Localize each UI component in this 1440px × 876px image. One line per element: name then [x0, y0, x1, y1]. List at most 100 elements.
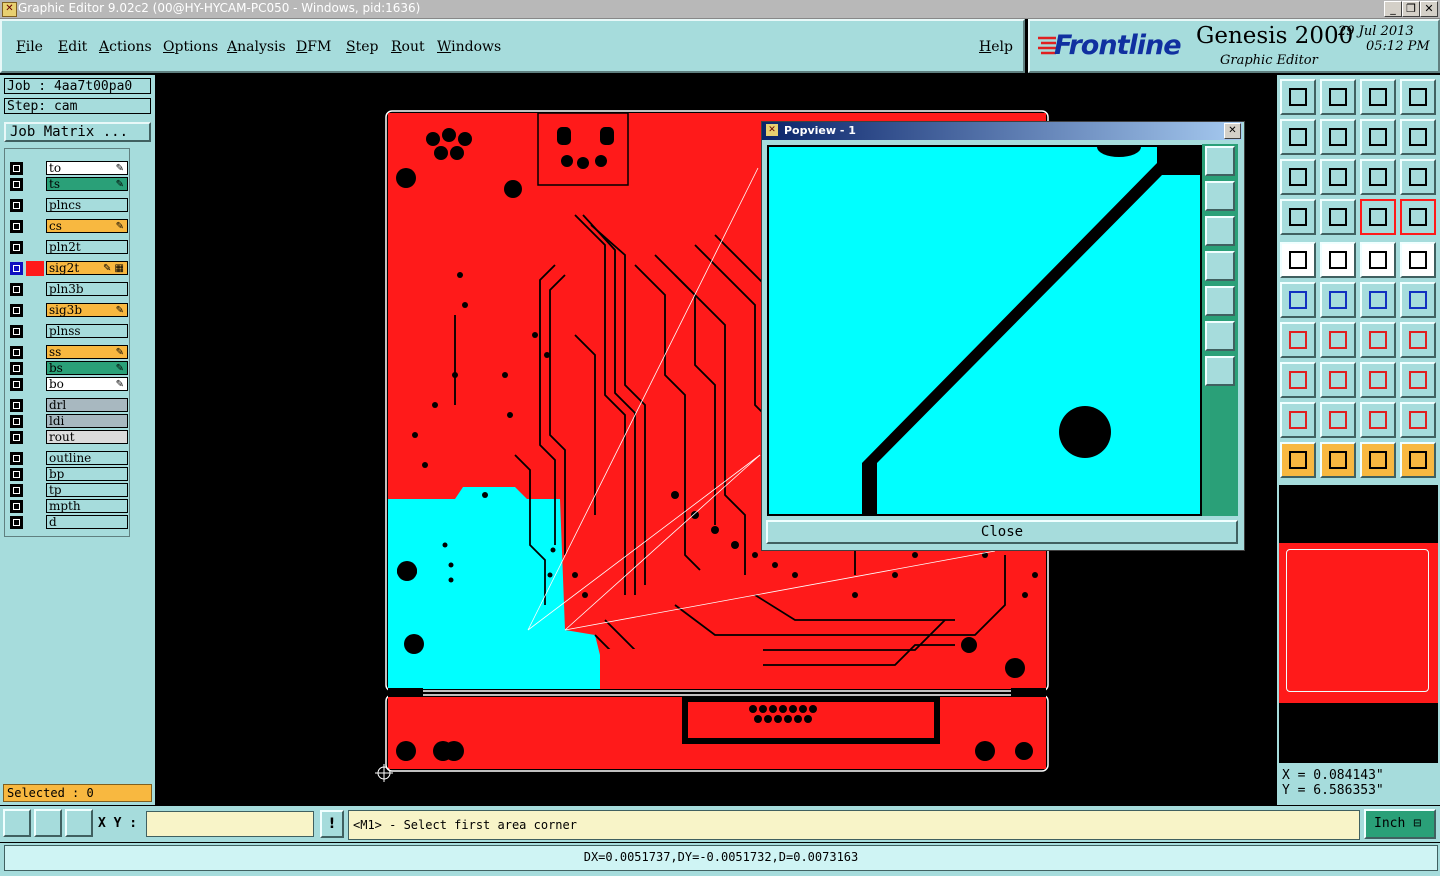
layer-row-plncs[interactable]: plncs — [10, 198, 128, 213]
cut-icon[interactable] — [1320, 362, 1356, 398]
angle-icon[interactable] — [1280, 322, 1316, 358]
popview-tool-6-icon[interactable] — [1205, 321, 1235, 351]
overview-map[interactable] — [1279, 543, 1438, 703]
layer-name[interactable]: rout — [46, 430, 128, 444]
layer-name[interactable]: outline — [46, 451, 128, 465]
layer-checkbox[interactable] — [10, 431, 23, 444]
layer-row-ss[interactable]: ss ✎ — [10, 345, 128, 360]
line-icon[interactable] — [1320, 242, 1356, 278]
layer-row-outline[interactable]: outline — [10, 451, 128, 466]
layer-row-pln2t[interactable]: pln2t — [10, 240, 128, 255]
swap-icon[interactable] — [1360, 119, 1396, 155]
layer-row-plnss[interactable]: plnss — [10, 324, 128, 339]
snap2-icon[interactable] — [1400, 199, 1436, 235]
dimension-icon[interactable] — [1360, 362, 1396, 398]
layer-name[interactable]: drl — [46, 398, 128, 412]
layer-name[interactable]: ts ✎ — [46, 177, 128, 191]
delete-icon[interactable] — [1320, 282, 1356, 318]
layer-name[interactable]: pln3b — [46, 282, 128, 296]
home2-icon[interactable] — [1360, 79, 1396, 115]
layer-row-to[interactable]: to ✎ — [10, 161, 128, 176]
layer-checkbox[interactable] — [10, 362, 23, 375]
menu-dfm[interactable]: DFM — [296, 39, 331, 55]
popview-canvas[interactable] — [767, 145, 1202, 516]
layer-checkbox[interactable] — [10, 304, 23, 317]
job-matrix-button[interactable]: Job Matrix ... — [4, 122, 151, 142]
scale-icon[interactable] — [1360, 159, 1396, 195]
edit-line-icon[interactable] — [1320, 322, 1356, 358]
route-icon[interactable] — [1400, 442, 1436, 478]
move-icon[interactable] — [1360, 282, 1396, 318]
select-icon[interactable] — [1320, 442, 1356, 478]
circle-icon[interactable] — [1400, 242, 1436, 278]
layer-checkbox[interactable] — [10, 399, 23, 412]
layer-checkbox[interactable] — [10, 468, 23, 481]
layer-checkbox[interactable] — [10, 162, 23, 175]
menu-options[interactable]: Options — [163, 39, 218, 55]
layer-row-pln3b[interactable]: pln3b — [10, 282, 128, 297]
home-icon[interactable] — [1280, 79, 1316, 115]
layer-name[interactable]: ss ✎ — [46, 345, 128, 359]
layer-checkbox[interactable] — [10, 452, 23, 465]
layer-row-mpth[interactable]: mpth — [10, 499, 128, 514]
split-icon[interactable] — [1400, 79, 1436, 115]
layer-checkbox[interactable] — [10, 484, 23, 497]
layer-row-bp[interactable]: bp — [10, 467, 128, 482]
layer-checkbox[interactable] — [10, 516, 23, 529]
zoom-back-icon[interactable] — [1280, 119, 1316, 155]
popview-tool-7-icon[interactable] — [1205, 356, 1235, 386]
popview-tool-4-icon[interactable] — [1205, 251, 1235, 281]
arc-a-icon[interactable] — [1360, 402, 1396, 438]
menu-file[interactable]: File — [16, 39, 43, 55]
layer-row-bo[interactable]: bo ✎ — [10, 377, 128, 392]
settings-icon[interactable] — [1280, 199, 1316, 235]
layer-row-cs[interactable]: cs ✎ — [10, 219, 128, 234]
layer-row-d[interactable]: d — [10, 515, 128, 530]
units-selector[interactable]: Inch ⊟ — [1364, 809, 1436, 839]
layer-name[interactable]: d — [46, 515, 128, 529]
layer-checkbox[interactable] — [10, 241, 23, 254]
popview-close-icon[interactable]: ✕ — [1224, 123, 1241, 139]
layer-name[interactable]: sig2t ✎ ▦ — [46, 261, 128, 275]
pad-icon[interactable] — [1280, 242, 1316, 278]
layer-row-ldi[interactable]: ldi — [10, 414, 128, 429]
arrow-up-icon[interactable] — [1320, 402, 1356, 438]
layer-checkbox[interactable] — [10, 199, 23, 212]
copy-icon[interactable] — [1400, 282, 1436, 318]
minimize-button[interactable]: _ — [1384, 1, 1402, 17]
layer-name[interactable]: bo ✎ — [46, 377, 128, 391]
layer-checkbox[interactable] — [10, 325, 23, 338]
ruler-icon[interactable] — [1360, 242, 1396, 278]
pad-move-icon[interactable] — [1280, 362, 1316, 398]
measure-icon[interactable] — [34, 809, 62, 837]
menu-actions[interactable]: Actions — [99, 39, 152, 55]
popview-tool-3-icon[interactable] — [1205, 216, 1235, 246]
xy-input[interactable] — [146, 811, 314, 837]
select2-icon[interactable] — [1360, 442, 1396, 478]
layer-checkbox[interactable] — [10, 178, 23, 191]
layer-name[interactable]: bs ✎ — [46, 361, 128, 375]
layer-checkbox[interactable] — [10, 262, 23, 275]
layer-row-rout[interactable]: rout — [10, 430, 128, 445]
popview-tool-5-icon[interactable] — [1205, 286, 1235, 316]
layer-name[interactable]: cs ✎ — [46, 219, 128, 233]
layer-row-ts[interactable]: ts ✎ — [10, 177, 128, 192]
layer-row-sig2t[interactable]: sig2t ✎ ▦ — [10, 261, 128, 276]
menu-analysis[interactable]: Analysis — [227, 39, 286, 55]
snap-icon[interactable] — [1360, 199, 1396, 235]
layer-name[interactable]: to ✎ — [46, 161, 128, 175]
center-icon[interactable] — [1320, 159, 1356, 195]
arc-b-icon[interactable] — [1400, 402, 1436, 438]
layer-checkbox[interactable] — [10, 500, 23, 513]
save-icon[interactable] — [1320, 79, 1356, 115]
triangle-icon[interactable] — [1280, 402, 1316, 438]
info-icon[interactable]: ! — [320, 810, 344, 838]
layer-checkbox[interactable] — [10, 415, 23, 428]
node-icon[interactable] — [1280, 282, 1316, 318]
layer-row-tp[interactable]: tp — [10, 483, 128, 498]
popview-close-button[interactable]: Close — [766, 520, 1238, 544]
menu-windows[interactable]: Windows — [437, 39, 501, 55]
layer-name[interactable]: ldi — [46, 414, 128, 428]
layer-name[interactable]: tp — [46, 483, 128, 497]
layer-name[interactable]: bp — [46, 467, 128, 481]
